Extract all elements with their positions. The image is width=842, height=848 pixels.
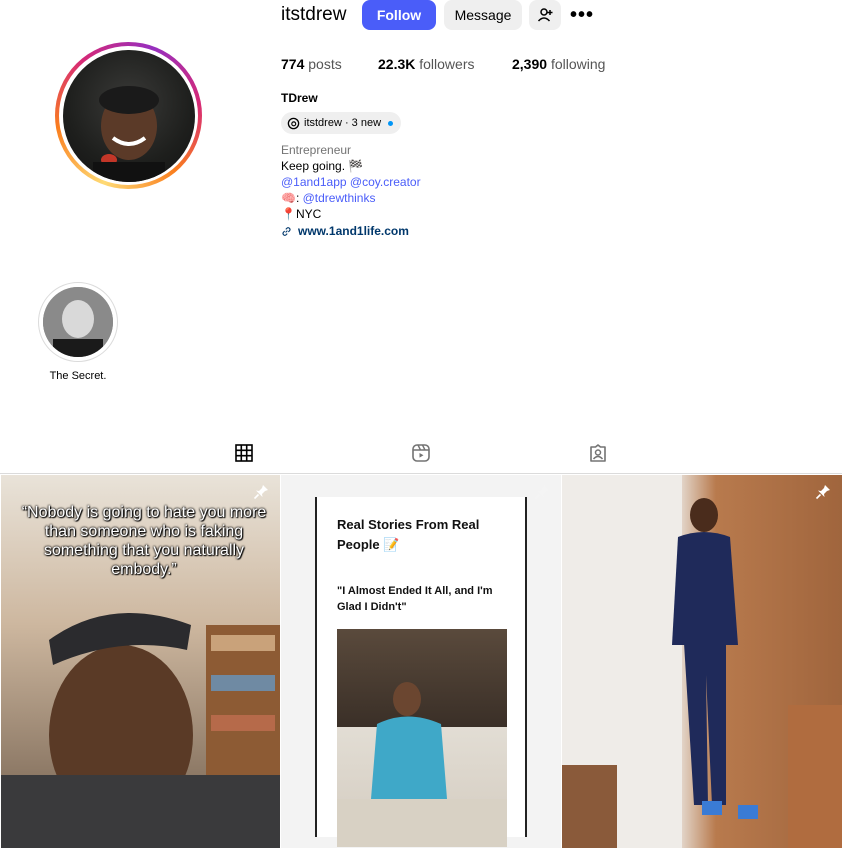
- add-user-icon: [537, 8, 553, 22]
- bio-mentions: @1and1app @coy.creator: [281, 174, 421, 190]
- highlight-label: The Secret.: [49, 370, 107, 382]
- grid-icon: [235, 444, 253, 462]
- avatar-photo: [62, 49, 195, 182]
- new-indicator-dot: [388, 120, 394, 126]
- bio-thinks-line: 🧠: @tdrewthinks: [281, 190, 375, 206]
- brain-emoji-prefix: 🧠:: [281, 191, 303, 205]
- post-card: Real Stories From Real People 📝 "I Almos…: [315, 497, 527, 847]
- posts-count: 774: [281, 56, 305, 72]
- bio-location: 📍NYC: [281, 207, 322, 221]
- followers-count: 22.3K: [378, 56, 416, 72]
- post-card-subtitle: "I Almost Ended It All, and I'm Glad I D…: [337, 585, 493, 613]
- mention-link[interactable]: @coy.creator: [350, 175, 421, 189]
- post-quote-text: “Nobody is going to hate you more than s…: [21, 504, 267, 578]
- more-options-button[interactable]: •••: [566, 0, 598, 30]
- following-count: 2,390: [512, 56, 548, 72]
- reels-icon: [412, 444, 430, 462]
- profile-username: itstdrew: [281, 4, 347, 25]
- story-highlight[interactable]: [38, 282, 118, 362]
- pinned-icon: [253, 485, 268, 500]
- profile-category: Entrepreneur: [281, 143, 352, 157]
- avatar-border: [59, 46, 198, 185]
- website-link[interactable]: www.1and1life.com: [298, 223, 409, 239]
- post-card-title: Real Stories From Real People 📝: [337, 517, 480, 552]
- followers-stat[interactable]: 22.3K followers: [378, 56, 512, 72]
- link-icon: [282, 226, 291, 236]
- profile-avatar[interactable]: [55, 42, 202, 189]
- tab-reels[interactable]: [392, 441, 450, 474]
- pinned-icon: [815, 485, 830, 500]
- follow-button[interactable]: Follow: [362, 0, 436, 30]
- threads-icon: [287, 117, 300, 129]
- tab-divider: [0, 473, 842, 474]
- mention-link[interactable]: @tdrewthinks: [303, 191, 376, 205]
- bio-website[interactable]: www.1and1life.com: [281, 223, 409, 239]
- tab-posts[interactable]: [215, 441, 273, 474]
- highlight-cover: [43, 287, 113, 357]
- pinned-icon: [534, 485, 549, 500]
- tagged-icon: [590, 444, 606, 462]
- profile-full-name: TDrew: [281, 91, 318, 105]
- followers-label: followers: [419, 56, 475, 72]
- post-tile[interactable]: Real Stories From Real People 📝 "I Almos…: [281, 475, 561, 848]
- mention-link[interactable]: @1and1app: [281, 175, 347, 189]
- following-stat[interactable]: 2,390 following: [512, 56, 605, 72]
- profile-stats: 774 posts 22.3K followers 2,390 followin…: [281, 56, 605, 72]
- posts-label: posts: [308, 56, 342, 72]
- tab-tagged[interactable]: [569, 441, 627, 474]
- bio-text-line: Keep going. 🏁: [281, 159, 364, 173]
- posts-stat: 774 posts: [281, 56, 378, 72]
- post-tile[interactable]: [562, 475, 842, 848]
- post-card-photo: [337, 629, 507, 847]
- threads-handle: itstdrew · 3 new: [304, 117, 382, 129]
- post-tile[interactable]: “Nobody is going to hate you more than s…: [1, 475, 280, 848]
- following-label: following: [550, 56, 606, 72]
- suggest-user-button[interactable]: [529, 0, 561, 30]
- message-button[interactable]: Message: [444, 0, 522, 30]
- threads-badge[interactable]: itstdrew · 3 new: [281, 112, 402, 134]
